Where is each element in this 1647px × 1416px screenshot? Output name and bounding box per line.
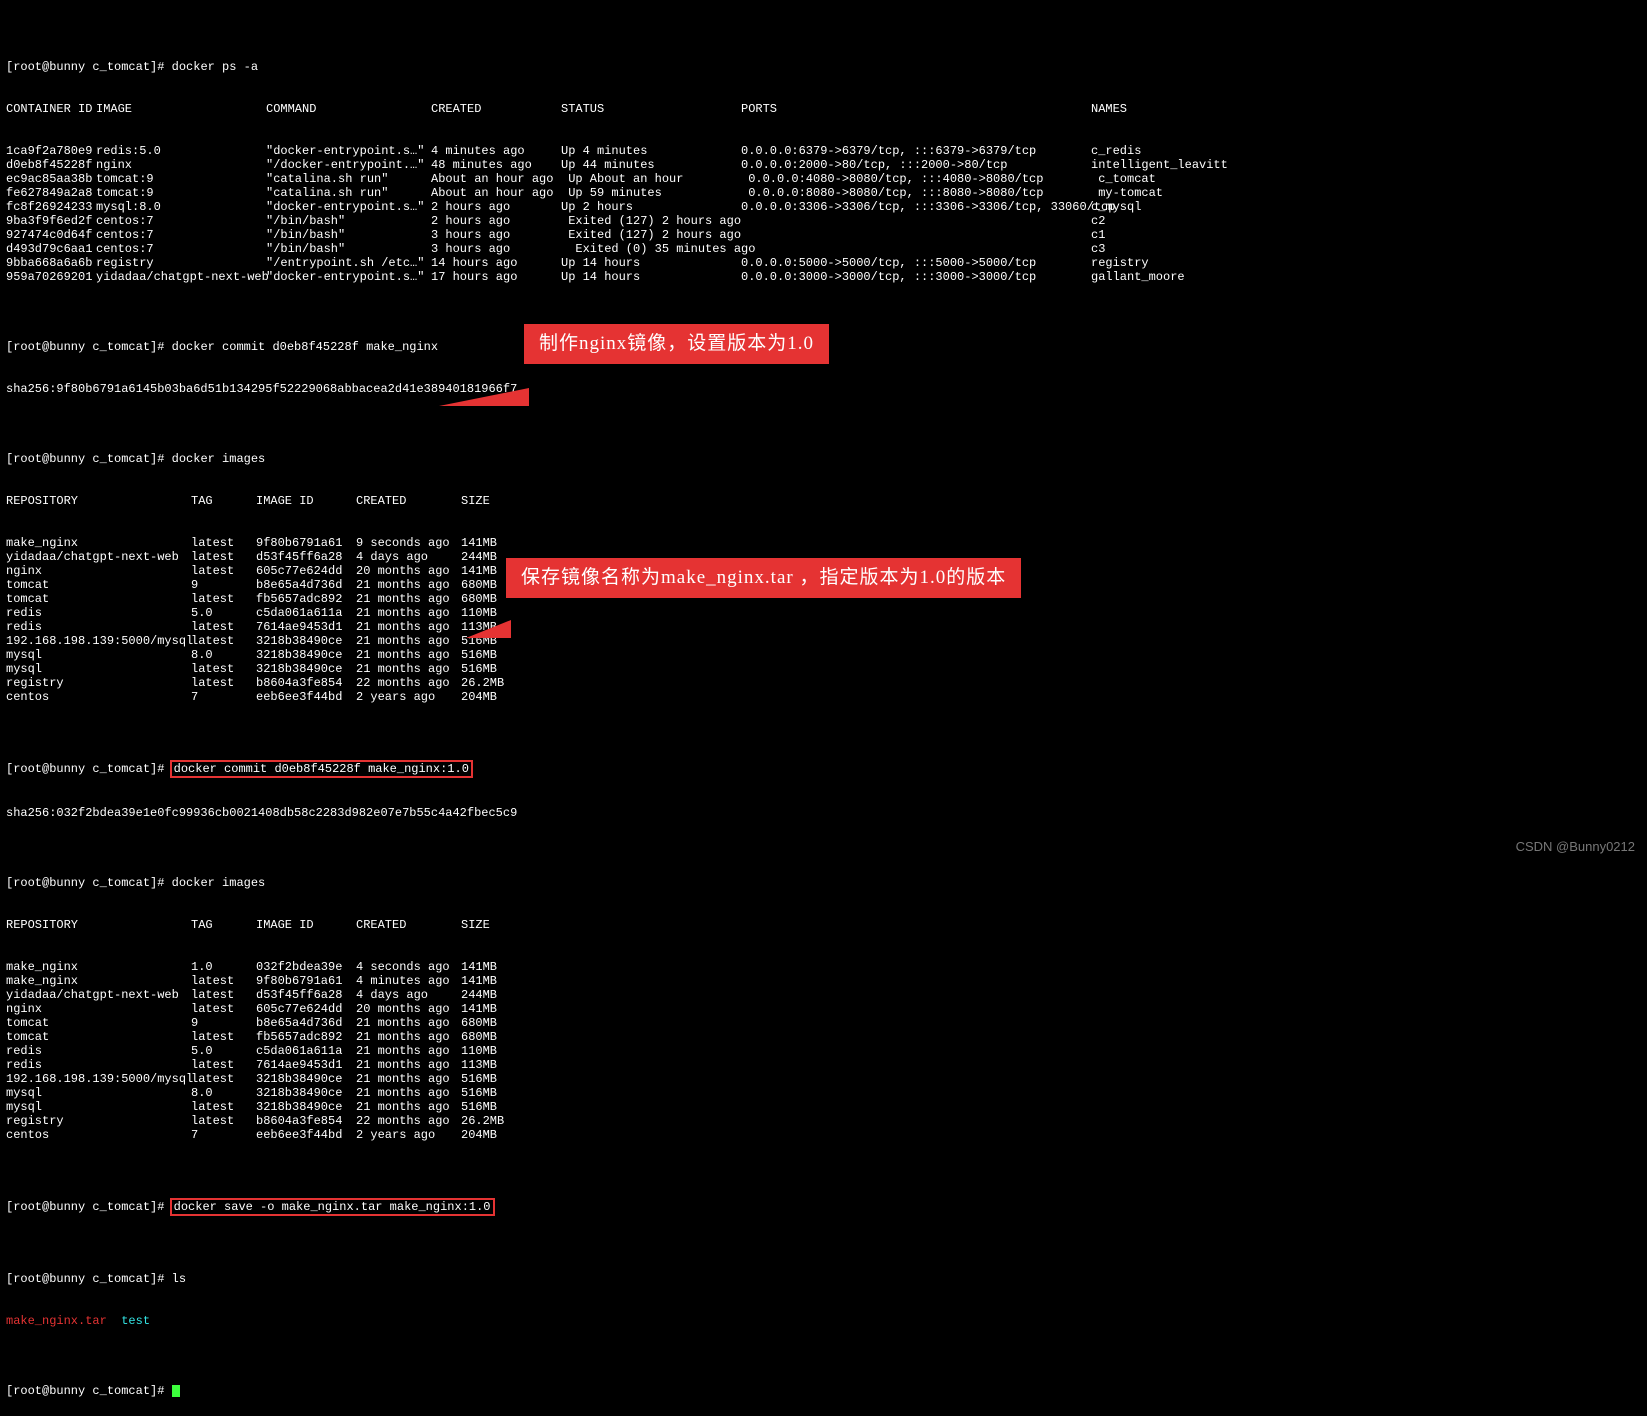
ls-output: make_nginx.tar test (6, 1314, 1641, 1328)
prompt-line: [root@bunny c_tomcat]# docker images (6, 452, 1641, 466)
ps-row: fc8f26924233mysql:8.0"docker-entrypoint.… (6, 200, 1641, 214)
image-row: nginxlatest605c77e624dd20 months ago141M… (6, 1002, 1641, 1016)
image-row: yidadaa/chatgpt-next-weblatestd53f45ff6a… (6, 988, 1641, 1002)
command-text: ls (172, 1272, 186, 1286)
ps-row: ec9ac85aa38btomcat:9"catalina.sh run"Abo… (6, 172, 1641, 186)
image-row: make_nginxlatest9f80b6791a614 minutes ag… (6, 974, 1641, 988)
callout-pointer (439, 388, 529, 406)
image-row: make_nginxlatest9f80b6791a619 seconds ag… (6, 536, 1641, 550)
image-row: redislatest7614ae9453d121 months ago113M… (6, 1058, 1641, 1072)
sha-output: sha256:9f80b6791a6145b03ba6d51b134295f52… (6, 382, 1641, 396)
watermark: CSDN @Bunny0212 (1516, 840, 1635, 854)
image-row: centos7eeb6ee3f44bd2 years ago204MB (6, 1128, 1641, 1142)
ps-row: fe627849a2a8tomcat:9"catalina.sh run"Abo… (6, 186, 1641, 200)
highlighted-command: docker commit d0eb8f45228f make_nginx:1.… (170, 760, 473, 778)
terminal[interactable]: [root@bunny c_tomcat]# docker ps -a CONT… (0, 0, 1647, 1416)
highlighted-command: docker save -o make_nginx.tar make_nginx… (170, 1198, 495, 1216)
prompt-line: [root@bunny c_tomcat]# docker ps -a (6, 60, 1641, 74)
ps-header: CONTAINER IDIMAGECOMMANDCREATEDSTATUSPOR… (6, 102, 1641, 116)
image-row: redis5.0c5da061a611a21 months ago110MB (6, 1044, 1641, 1058)
command-text: docker images (172, 452, 266, 466)
image-row: tomcatlatestfb5657adc89221 months ago680… (6, 1030, 1641, 1044)
image-row: mysqllatest3218b38490ce21 months ago516M… (6, 1100, 1641, 1114)
images-header: REPOSITORYTAGIMAGE IDCREATEDSIZE (6, 918, 1641, 932)
ps-row: 9bba668a6a6bregistry"/entrypoint.sh /etc… (6, 256, 1641, 270)
ps-row: 9ba3f9f6ed2fcentos:7"/bin/bash"2 hours a… (6, 214, 1641, 228)
image-row: centos7eeb6ee3f44bd2 years ago204MB (6, 690, 1641, 704)
annotation-callout-1: 制作nginx镜像，设置版本为1.0 (524, 324, 829, 364)
images-header: REPOSITORYTAGIMAGE IDCREATEDSIZE (6, 494, 1641, 508)
file-archive: make_nginx.tar (6, 1314, 107, 1328)
image-row: mysqllatest3218b38490ce21 months ago516M… (6, 662, 1641, 676)
sha-output: sha256:032f2bdea39e1e0fc99936cb0021408db… (6, 806, 1641, 820)
callout-pointer (466, 620, 511, 638)
image-row: 192.168.198.139:5000/mysqllatest3218b384… (6, 1072, 1641, 1086)
ps-row: d0eb8f45228fnginx"/docker-entrypoint.…"4… (6, 158, 1641, 172)
image-row: mysql8.03218b38490ce21 months ago516MB (6, 648, 1641, 662)
image-row: make_nginx1.0032f2bdea39e4 seconds ago14… (6, 960, 1641, 974)
prompt-line: [root@bunny c_tomcat]# docker commit d0e… (6, 760, 1641, 778)
command-text: docker images (172, 876, 266, 890)
image-row: redis5.0c5da061a611a21 months ago110MB (6, 606, 1641, 620)
annotation-callout-2: 保存镜像名称为make_nginx.tar ，指定版本为1.0的版本 (506, 558, 1021, 598)
image-row: tomcat9b8e65a4d736d21 months ago680MB (6, 1016, 1641, 1030)
cursor-icon (172, 1385, 180, 1397)
image-row: mysql8.03218b38490ce21 months ago516MB (6, 1086, 1641, 1100)
command-text: docker ps -a (172, 60, 258, 74)
file-directory: test (121, 1314, 150, 1328)
ps-row: 959a70269201yidadaa/chatgpt-next-web"doc… (6, 270, 1641, 284)
image-row: redislatest7614ae9453d121 months ago113M… (6, 620, 1641, 634)
shell-prompt: [root@bunny c_tomcat]# (6, 60, 172, 74)
prompt-line: [root@bunny c_tomcat]# ls (6, 1272, 1641, 1286)
image-row: registrylatestb8604a3fe85422 months ago2… (6, 676, 1641, 690)
command-text: docker commit d0eb8f45228f make_nginx (172, 340, 438, 354)
prompt-line: [root@bunny c_tomcat]# docker save -o ma… (6, 1198, 1641, 1216)
ps-row: d493d79c6aa1centos:7"/bin/bash"3 hours a… (6, 242, 1641, 256)
ps-row: 1ca9f2a780e9redis:5.0"docker-entrypoint.… (6, 144, 1641, 158)
image-row: 192.168.198.139:5000/mysqllatest3218b384… (6, 634, 1641, 648)
image-row: registrylatestb8604a3fe85422 months ago2… (6, 1114, 1641, 1128)
prompt-line: [root@bunny c_tomcat]# docker images (6, 876, 1641, 890)
prompt-line[interactable]: [root@bunny c_tomcat]# (6, 1384, 1641, 1398)
ps-row: 927474c0d64fcentos:7"/bin/bash"3 hours a… (6, 228, 1641, 242)
